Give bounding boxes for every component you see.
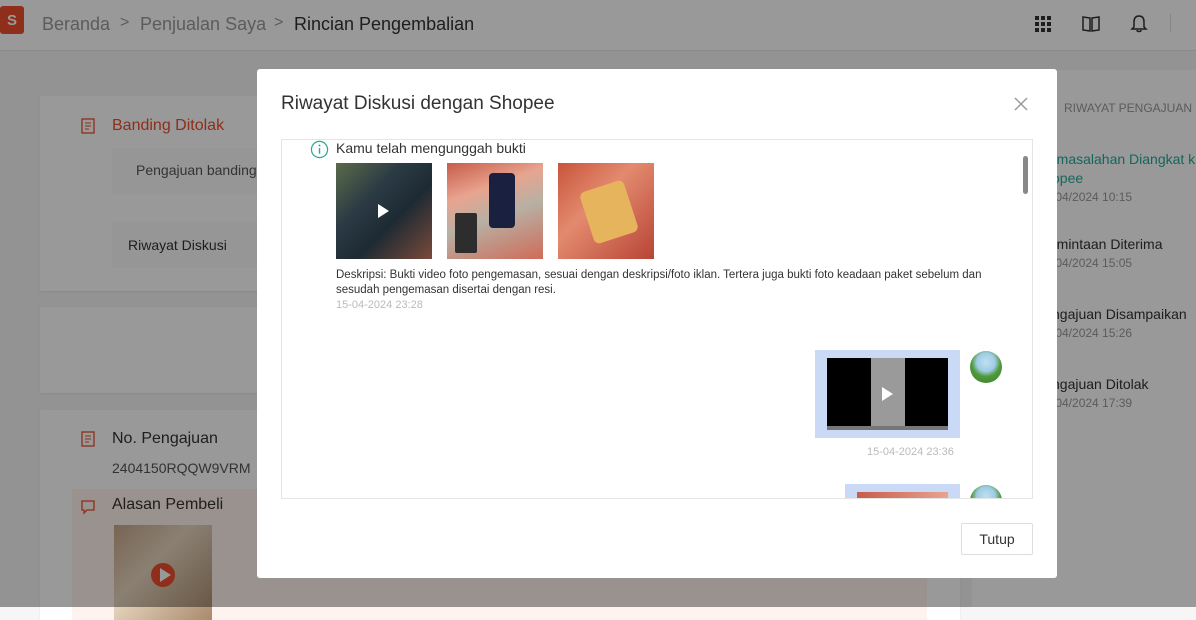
avatar	[970, 485, 1002, 498]
video-progress	[827, 426, 948, 430]
video-attachment[interactable]	[827, 358, 948, 430]
evidence-video-thumbnail[interactable]	[336, 163, 432, 259]
avatar	[970, 351, 1002, 383]
close-icon[interactable]	[1013, 96, 1029, 112]
evidence-description: Deskripsi: Bukti video foto pengemasan, …	[336, 269, 982, 296]
upload-notice: Kamu telah mengunggah bukti	[336, 140, 526, 156]
discussion-history-modal: Riwayat Diskusi dengan Shopee Kamu telah…	[257, 69, 1057, 578]
message-timestamp: 15-04-2024 23:36	[867, 446, 954, 458]
evidence-photo-thumbnail[interactable]	[558, 163, 654, 259]
phone-shape	[489, 173, 515, 228]
package-shape	[578, 179, 640, 245]
discussion-panel[interactable]: Kamu telah mengunggah bukti Deskripsi: B…	[281, 139, 1033, 499]
package-shape	[455, 213, 477, 253]
close-button[interactable]: Tutup	[961, 523, 1033, 555]
evidence-photo-thumbnail[interactable]	[447, 163, 543, 259]
message-timestamp: 15-04-2024 23:28	[336, 299, 423, 311]
info-icon	[310, 140, 329, 159]
modal-title: Riwayat Diskusi dengan Shopee	[281, 93, 555, 114]
image-attachment[interactable]	[857, 492, 948, 498]
scrollbar-thumb[interactable]	[1023, 156, 1028, 194]
message-bubble	[845, 484, 960, 498]
play-icon	[378, 204, 389, 218]
play-icon	[882, 387, 893, 401]
message-bubble	[815, 350, 960, 438]
